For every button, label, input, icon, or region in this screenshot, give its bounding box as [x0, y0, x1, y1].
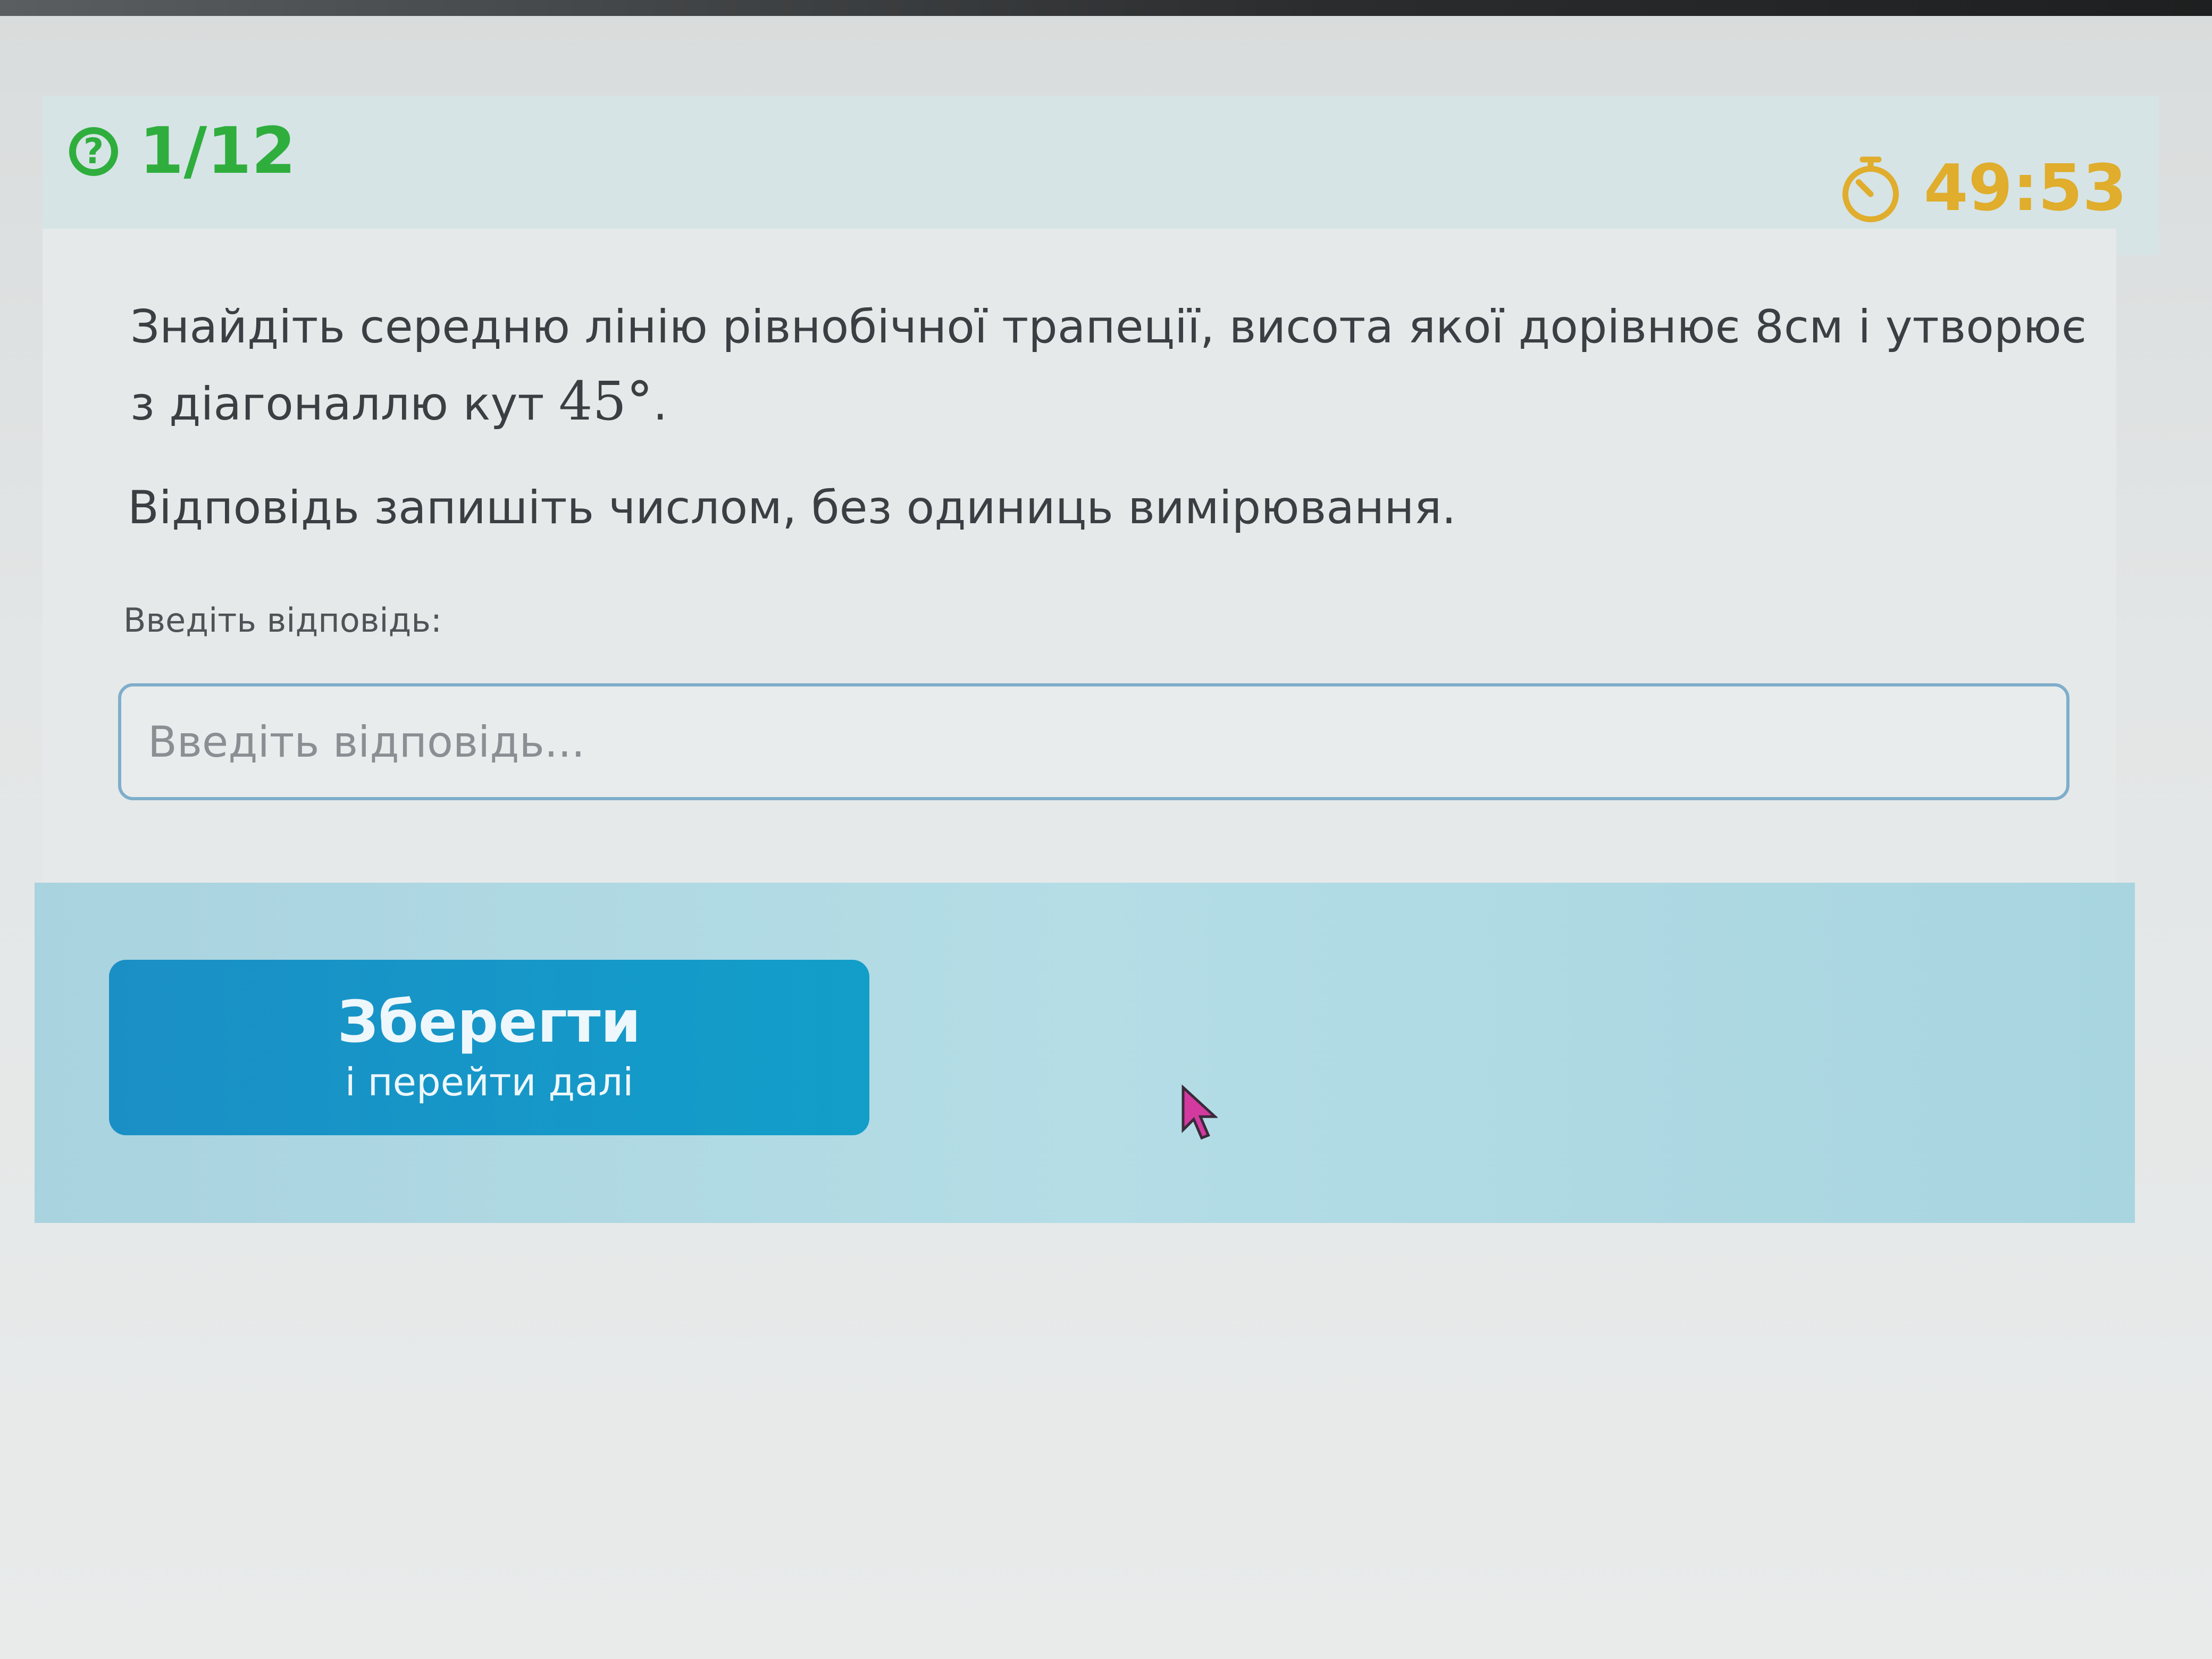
- question-angle: 45°: [558, 370, 653, 432]
- question-text-main: Знайдіть середню лінію рівнобічної трапе…: [130, 300, 2087, 431]
- timer-value: 49:53: [1924, 152, 2127, 225]
- screen-top-edge: [0, 0, 2212, 16]
- save-button-sublabel: і перейти далі: [345, 1059, 634, 1104]
- question-text-end: .: [653, 378, 668, 431]
- question-text: Знайдіть середню лінію рівнобічної трапе…: [130, 290, 2098, 441]
- save-button-label: Зберегти: [337, 988, 641, 1055]
- question-circle-icon: ?: [69, 127, 118, 176]
- question-progress: ? 1/12: [69, 114, 296, 188]
- answer-input[interactable]: [118, 683, 2069, 800]
- countdown-timer: 49:53: [1839, 152, 2127, 225]
- mouse-pointer-icon: [1182, 1085, 1218, 1140]
- save-and-next-button[interactable]: Зберегти і перейти далі: [109, 960, 869, 1135]
- progress-counter: 1/12: [139, 114, 296, 188]
- answer-instruction: Відповідь запишіть числом, без одиниць в…: [128, 481, 1456, 534]
- answer-label: Введіть відповідь:: [123, 601, 442, 640]
- stopwatch-icon: [1842, 156, 1899, 222]
